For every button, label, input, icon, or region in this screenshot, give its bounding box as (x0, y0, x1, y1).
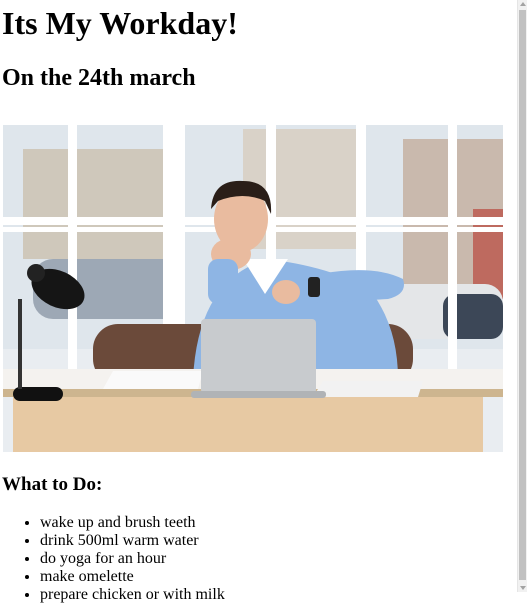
list-item: prepare chicken or with milk (40, 586, 225, 604)
vertical-scrollbar[interactable] (517, 0, 527, 592)
list-item: make omelette (40, 568, 225, 586)
scroll-down-icon[interactable] (520, 586, 526, 590)
scrollbar-thumb[interactable] (519, 10, 526, 580)
scroll-up-icon[interactable] (520, 2, 526, 6)
page-subtitle: On the 24th march (2, 65, 196, 91)
page-content: Its My Workday! On the 24th march (2, 0, 517, 92)
page-title: Its My Workday! (2, 5, 238, 41)
office-man-checking-watch-image (3, 119, 503, 452)
todo-heading: What to Do: (2, 474, 103, 495)
list-item: wake up and brush teeth (40, 514, 225, 532)
todo-list: wake up and brush teeth drink 500ml warm… (2, 514, 225, 604)
list-item: do yoga for an hour (40, 550, 225, 568)
workday-photo (3, 119, 503, 452)
list-item: drink 500ml warm water (40, 532, 225, 550)
